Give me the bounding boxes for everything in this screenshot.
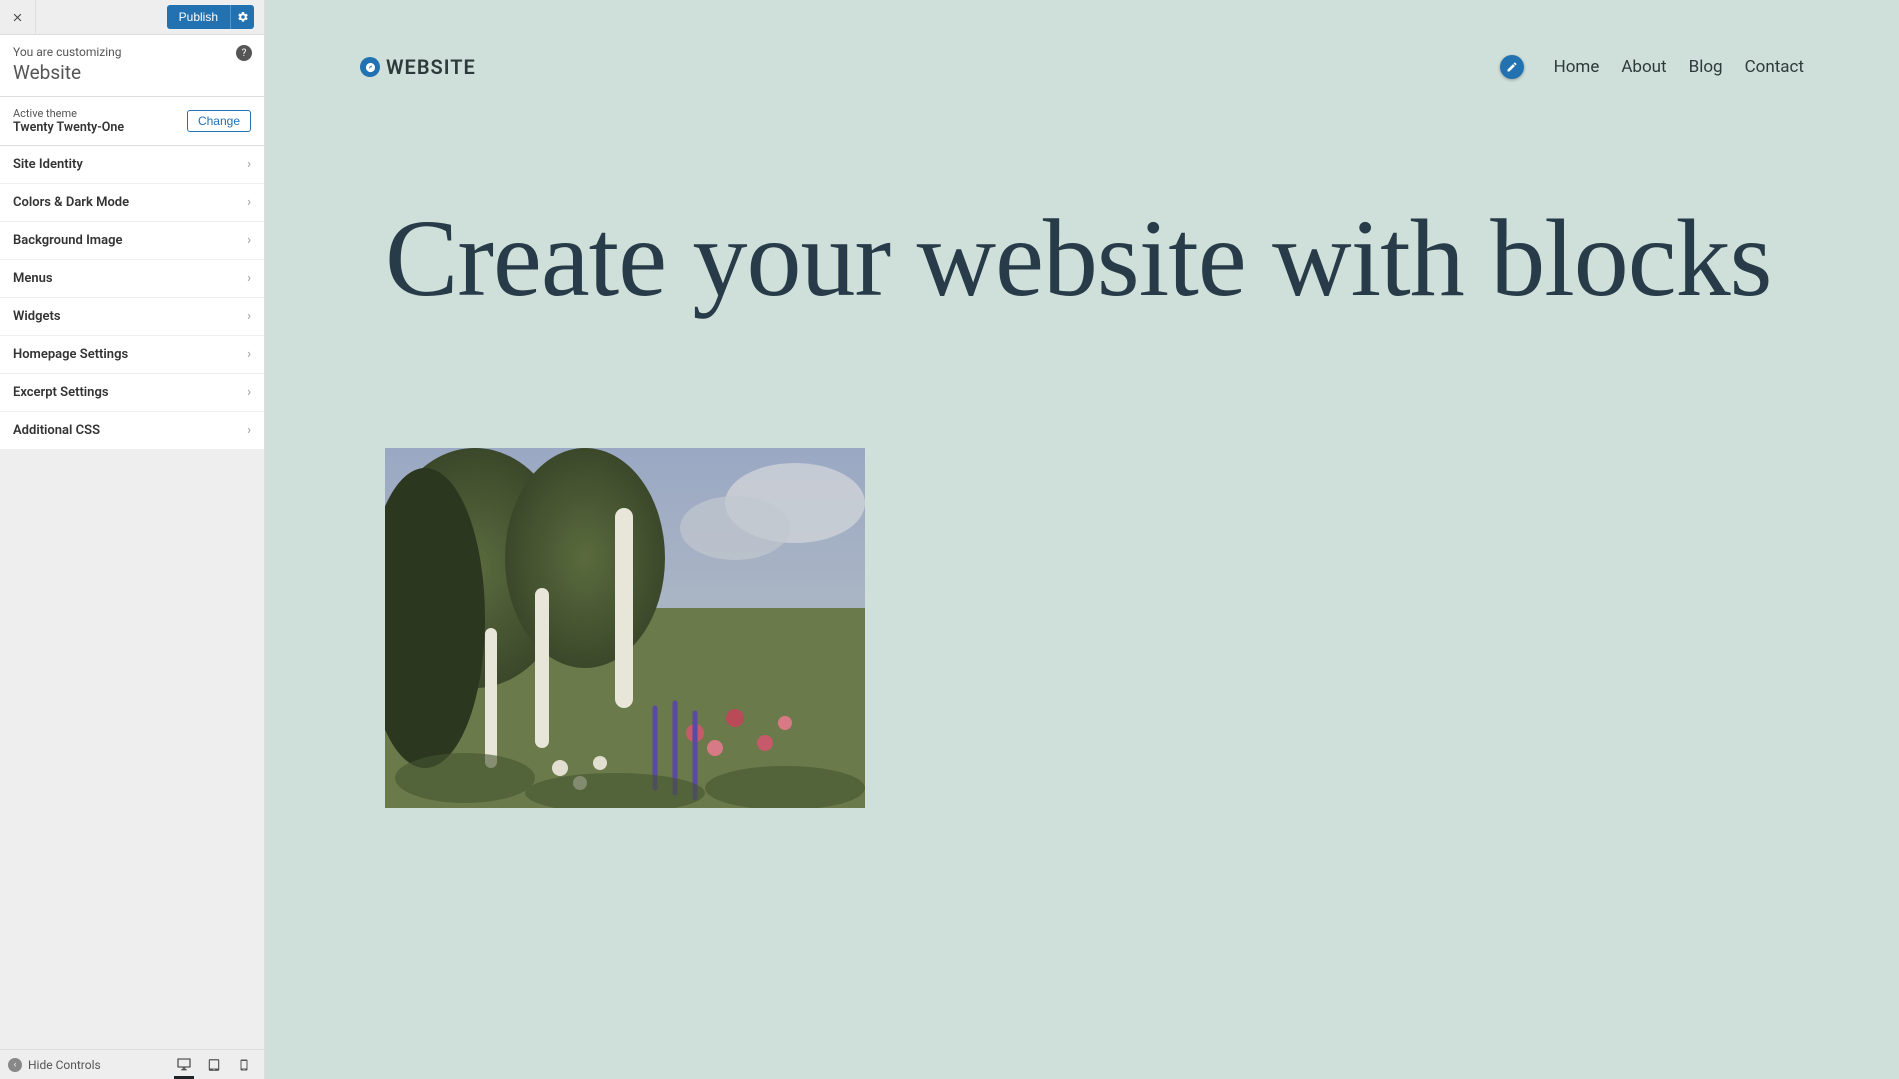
active-theme-label: Active theme [13,107,124,120]
panel-homepage-settings[interactable]: Homepage Settings › [0,336,264,374]
panel-additional-css[interactable]: Additional CSS › [0,412,264,450]
panel-site-identity[interactable]: Site Identity › [0,146,264,184]
active-theme-name: Twenty Twenty-One [13,120,124,135]
nav-link-about[interactable]: About [1621,57,1666,77]
site-header: WEBSITE Home About Blog Contact [265,0,1899,79]
collapse-icon: ‹ [8,1058,22,1072]
chevron-right-icon: › [247,157,251,172]
help-button[interactable]: ? [236,45,252,61]
close-button[interactable] [0,0,36,35]
site-title: WEBSITE [386,55,476,79]
image-block [265,318,1899,808]
nav-link-home[interactable]: Home [1554,57,1600,77]
panel-label: Homepage Settings [13,347,128,362]
nav-link-contact[interactable]: Contact [1745,57,1804,77]
panel-label: Excerpt Settings [13,385,109,400]
panel-label: Additional CSS [13,423,100,438]
tablet-icon [207,1058,221,1072]
panel-excerpt-settings[interactable]: Excerpt Settings › [0,374,264,412]
device-tablet-button[interactable] [206,1057,222,1073]
hide-controls-label: Hide Controls [28,1058,101,1072]
compass-icon [360,57,380,77]
panel-label: Widgets [13,309,61,324]
chevron-right-icon: › [247,271,251,286]
publish-settings-button[interactable] [230,5,254,29]
active-theme-box: Active theme Twenty Twenty-One Change [0,97,264,146]
customizer-sidebar: Publish You are customizing Website ? Ac… [0,0,265,1079]
edit-shortcut-nav[interactable] [1500,55,1524,79]
chevron-right-icon: › [247,347,251,362]
publish-button[interactable]: Publish [167,5,230,29]
pencil-icon [1506,61,1518,73]
painting-image [385,448,865,808]
panel-label: Colors & Dark Mode [13,195,129,210]
site-preview: WEBSITE Home About Blog Contact Create y… [265,0,1899,1079]
device-desktop-button[interactable] [176,1057,192,1073]
active-theme-text: Active theme Twenty Twenty-One [13,107,124,135]
device-preview-switcher [176,1057,256,1073]
chevron-right-icon: › [247,385,251,400]
hide-controls-button[interactable]: ‹ Hide Controls [8,1058,101,1072]
sidebar-top-bar: Publish [0,0,264,35]
gear-icon [237,11,249,23]
chevron-right-icon: › [247,195,251,210]
sidebar-footer: ‹ Hide Controls [0,1049,264,1079]
customizing-info: You are customizing Website ? [0,35,264,97]
publish-group: Publish [167,5,264,29]
panel-background-image[interactable]: Background Image › [0,222,264,260]
site-logo[interactable]: WEBSITE [360,55,476,79]
help-icon: ? [242,48,247,59]
nav-link-blog[interactable]: Blog [1689,57,1723,77]
desktop-icon [176,1057,192,1073]
panel-label: Site Identity [13,157,83,172]
panel-widgets[interactable]: Widgets › [0,298,264,336]
chevron-right-icon: › [247,423,251,438]
panel-label: Menus [13,271,53,286]
chevron-right-icon: › [247,309,251,324]
change-theme-button[interactable]: Change [187,110,251,132]
panel-colors-dark-mode[interactable]: Colors & Dark Mode › [0,184,264,222]
panel-menus[interactable]: Menus › [0,260,264,298]
hero-title: Create your website with blocks [385,199,1779,318]
panel-label: Background Image [13,233,122,248]
close-icon [11,11,24,24]
customizing-target: Website [13,61,251,84]
hero-section: Create your website with blocks [265,79,1899,318]
device-mobile-button[interactable] [236,1057,252,1073]
mobile-icon [238,1058,250,1072]
chevron-right-icon: › [247,233,251,248]
panel-list: Site Identity › Colors & Dark Mode › Bac… [0,146,264,450]
customizing-label: You are customizing [13,45,251,59]
site-nav: Home About Blog Contact [1500,55,1804,79]
